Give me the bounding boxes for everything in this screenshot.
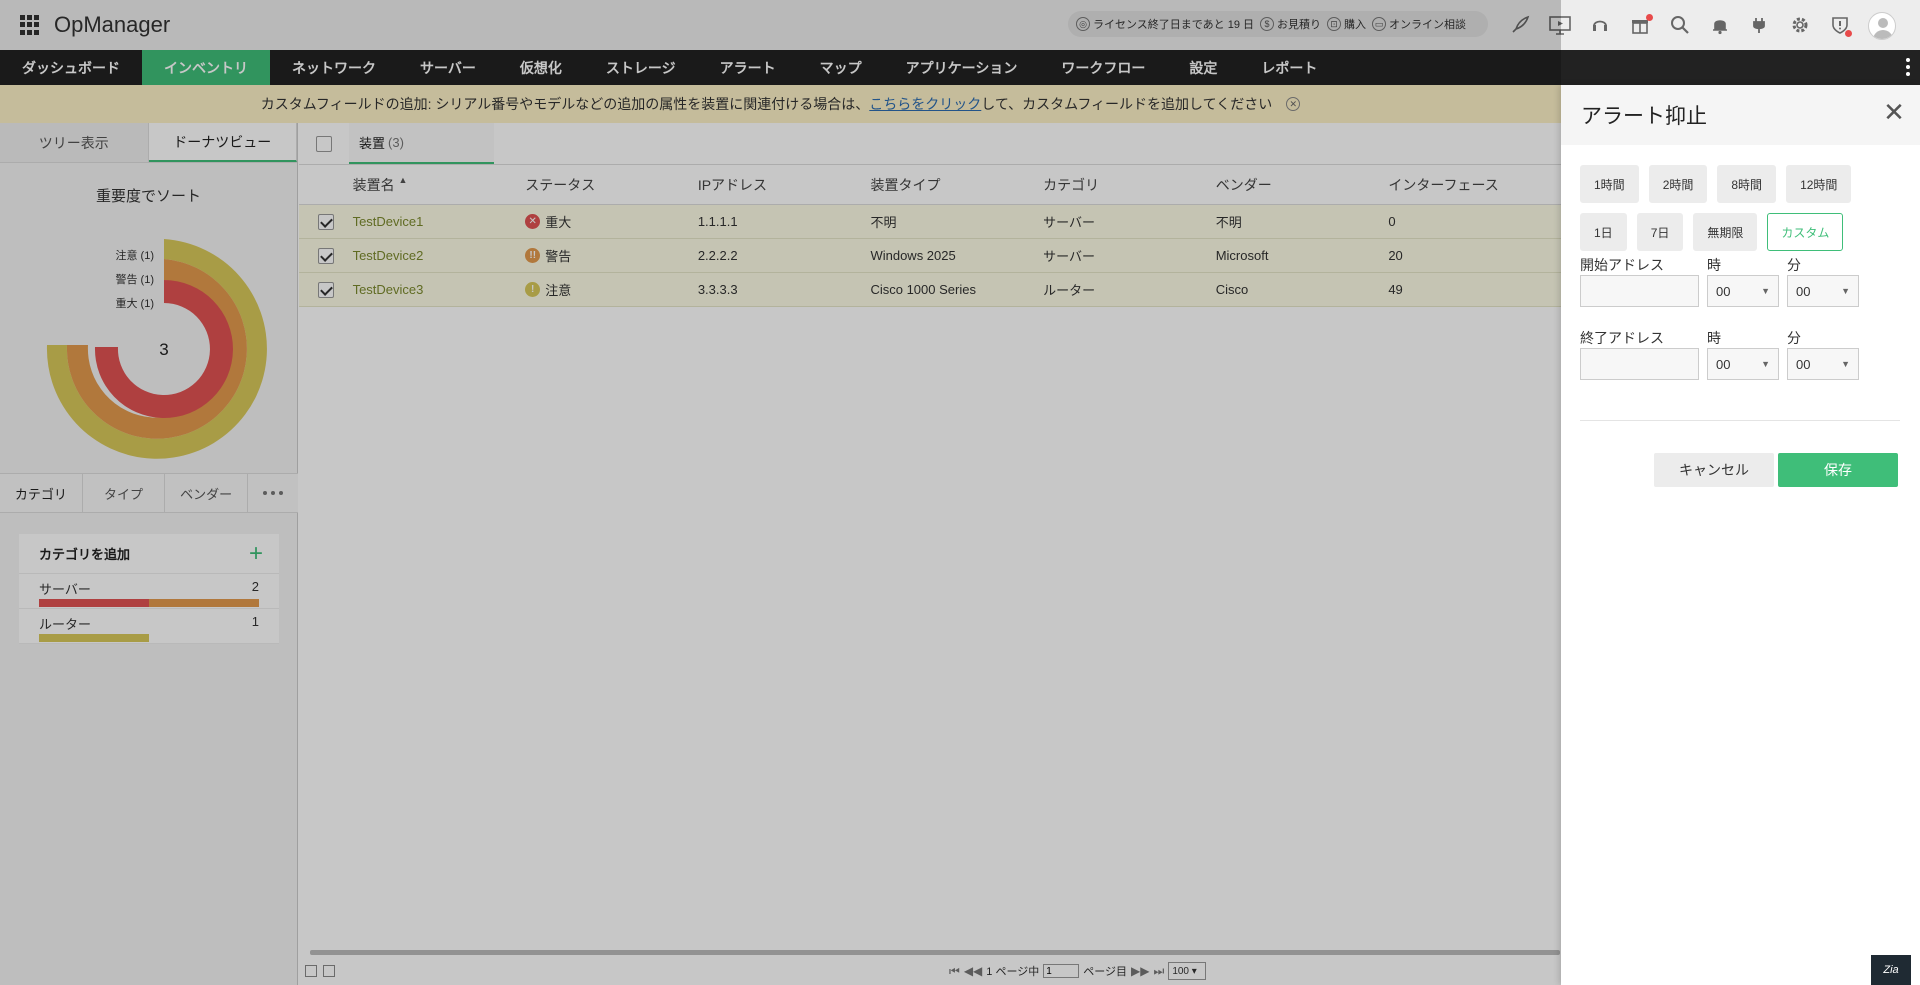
start-time-row: 開始アドレス 時 00 ▼ 分 00 ▼ — [1580, 255, 1859, 307]
start-date-field[interactable] — [1580, 275, 1699, 307]
preset-8h[interactable]: 8時間 — [1717, 165, 1777, 203]
start-address-label: 開始アドレス — [1580, 257, 1664, 273]
preset-1h[interactable]: 1時間 — [1580, 165, 1639, 203]
end-time-row: 終了アドレス 時 00 ▼ 分 00 ▼ — [1580, 328, 1859, 380]
modal-overlay[interactable] — [0, 0, 1561, 985]
preset-2h[interactable]: 2時間 — [1648, 165, 1708, 203]
end-date-field[interactable] — [1580, 348, 1699, 380]
chevron-down-icon: ▼ — [1841, 359, 1850, 369]
preset-custom[interactable]: カスタム — [1767, 213, 1844, 251]
nav-more-icon[interactable] — [1906, 58, 1910, 76]
alert-suppression-drawer: アラート抑止 ✕ 1時間 2時間 8時間 12時間 1日 7日 無期限 カスタム… — [1561, 85, 1920, 985]
bell-icon[interactable] — [1708, 14, 1732, 38]
search-icon[interactable] — [1668, 14, 1692, 38]
shield-alert-icon[interactable] — [1828, 14, 1852, 38]
chevron-down-icon: ▼ — [1761, 359, 1770, 369]
preset-7d[interactable]: 7日 — [1636, 213, 1684, 251]
drawer-header: アラート抑止 ✕ — [1561, 85, 1920, 145]
preset-1d[interactable]: 1日 — [1580, 213, 1627, 251]
cancel-button[interactable]: キャンセル — [1654, 453, 1774, 487]
gear-icon[interactable] — [1788, 14, 1812, 38]
end-hour-select[interactable]: 00 ▼ — [1707, 348, 1779, 380]
duration-presets: 1時間 2時間 8時間 12時間 1日 7日 無期限 カスタム — [1561, 145, 1901, 251]
zia-assistant-icon[interactable]: Zia — [1871, 955, 1911, 985]
headset-icon[interactable] — [1588, 14, 1612, 38]
start-minute-select[interactable]: 00 ▼ — [1787, 275, 1859, 307]
close-icon[interactable]: ✕ — [1882, 99, 1906, 125]
chevron-down-icon: ▼ — [1761, 286, 1770, 296]
end-minute-value: 00 — [1796, 356, 1811, 372]
gift-icon[interactable] — [1628, 14, 1653, 38]
start-hour-label: 時 — [1707, 257, 1721, 273]
preset-12h[interactable]: 12時間 — [1786, 165, 1852, 203]
end-minute-select[interactable]: 00 ▼ — [1787, 348, 1859, 380]
drawer-divider — [1580, 420, 1900, 421]
top-icon-bar — [1508, 12, 1896, 40]
start-hour-select[interactable]: 00 ▼ — [1707, 275, 1779, 307]
preset-unlimited[interactable]: 無期限 — [1693, 213, 1758, 251]
save-button[interactable]: 保存 — [1778, 453, 1898, 487]
start-minute-label: 分 — [1787, 257, 1801, 273]
start-hour-value: 00 — [1716, 283, 1731, 299]
start-minute-value: 00 — [1796, 283, 1811, 299]
end-minute-label: 分 — [1787, 330, 1801, 346]
end-address-label: 終了アドレス — [1580, 330, 1664, 346]
end-hour-label: 時 — [1707, 330, 1721, 346]
plug-icon[interactable] — [1748, 14, 1772, 38]
drawer-title: アラート抑止 — [1581, 105, 1707, 128]
user-avatar[interactable] — [1868, 12, 1896, 40]
drawer-actions: キャンセル 保存 — [1654, 453, 1898, 487]
chevron-down-icon: ▼ — [1841, 286, 1850, 296]
end-hour-value: 00 — [1716, 356, 1731, 372]
